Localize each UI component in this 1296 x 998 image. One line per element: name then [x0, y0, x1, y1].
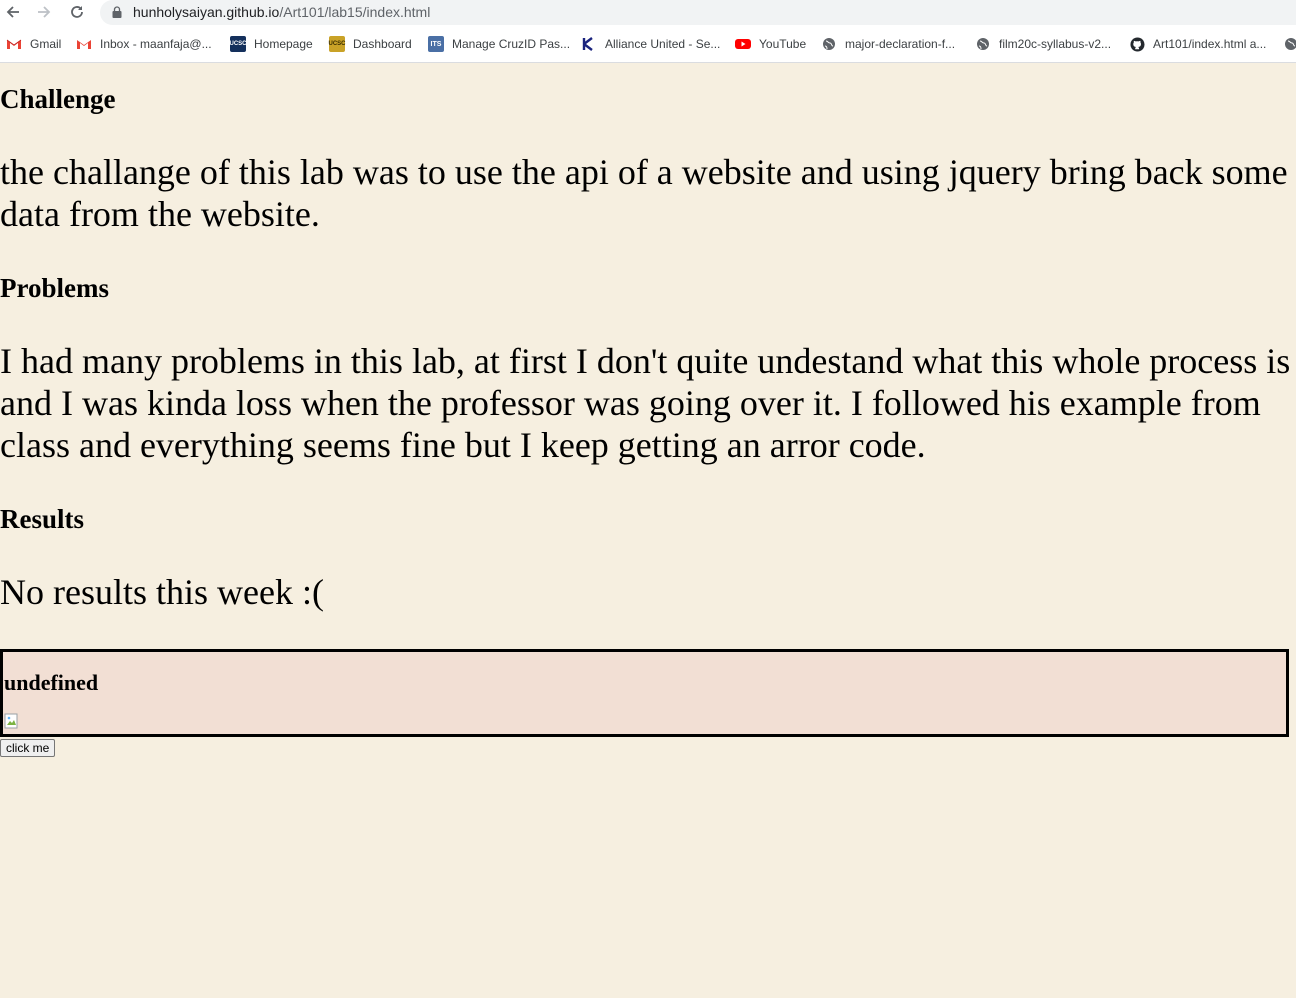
- problems-heading: Problems: [0, 273, 109, 303]
- url-text: hunholysaiyan.github.io/Art101/lab15/ind…: [133, 4, 430, 20]
- k-logo-icon: [581, 36, 597, 52]
- bookmark-label: YouTube: [759, 37, 807, 51]
- gmail-icon: [6, 36, 22, 52]
- globe-icon: [975, 36, 991, 52]
- bookmarks-bar: Gmail Inbox - maanfaja@... UCSC Homepage…: [0, 33, 1296, 55]
- api-output-box: undefined: [0, 649, 1289, 737]
- bookmark-inbox[interactable]: Inbox - maanfaja@...: [76, 33, 212, 55]
- arrow-left-icon: [6, 6, 19, 18]
- globe-icon: [821, 36, 837, 52]
- github-icon: [1129, 36, 1145, 52]
- bookmark-label: major-declaration-f...: [845, 37, 956, 51]
- back-button[interactable]: [2, 1, 24, 23]
- bookmark-film-syllabus[interactable]: film20c-syllabus-v2...: [975, 33, 1111, 55]
- ucsc-gold-icon: UCSC: [329, 36, 346, 52]
- its-icon: ITS: [428, 36, 444, 52]
- lock-icon: [112, 6, 122, 18]
- bookmark-art101-github[interactable]: Art101/index.html a...: [1129, 33, 1266, 55]
- globe-icon: [1283, 36, 1296, 52]
- challenge-heading: Challenge: [0, 84, 116, 114]
- bookmark-label: Dashboard: [353, 37, 412, 51]
- address-bar[interactable]: hunholysaiyan.github.io/Art101/lab15/ind…: [100, 0, 1296, 25]
- bookmark-label: Gmail: [30, 37, 62, 51]
- bookmark-label: Inbox - maanfaja@...: [100, 37, 212, 51]
- output-title: undefined: [4, 670, 99, 695]
- bookmark-overflow[interactable]: [1283, 33, 1296, 55]
- bookmark-gmail[interactable]: Gmail: [6, 33, 61, 55]
- ucsc-icon: UCSC: [230, 36, 247, 52]
- url-path: /Art101/lab15/index.html: [279, 4, 431, 20]
- challenge-text: the challange of this lab was to use the…: [0, 152, 1288, 234]
- bookmark-major-declaration[interactable]: major-declaration-f...: [821, 33, 955, 55]
- bookmark-manage-cruzid[interactable]: ITS Manage CruzID Pas...: [428, 33, 570, 55]
- reload-icon: [71, 6, 83, 18]
- bookmark-label: Art101/index.html a...: [1153, 37, 1267, 51]
- results-heading: Results: [0, 504, 85, 534]
- url-host: hunholysaiyan.github.io: [133, 4, 280, 20]
- results-text: No results this week :(: [0, 572, 324, 612]
- broken-image-icon: [4, 713, 18, 729]
- youtube-icon: [735, 36, 751, 52]
- bookmark-alliance-united[interactable]: Alliance United - Se...: [581, 33, 720, 55]
- bookmark-label: film20c-syllabus-v2...: [999, 37, 1112, 51]
- reload-button[interactable]: [66, 1, 88, 23]
- browser-chrome: hunholysaiyan.github.io/Art101/lab15/ind…: [0, 0, 1296, 63]
- bookmark-label: Homepage: [254, 37, 313, 51]
- bookmark-label: Alliance United - Se...: [605, 37, 721, 51]
- arrow-right-icon: [38, 6, 51, 18]
- bookmark-dashboard[interactable]: UCSC Dashboard: [329, 33, 412, 55]
- forward-button[interactable]: [33, 1, 55, 23]
- problems-text: I had many problems in this lab, at firs…: [0, 341, 1291, 465]
- click-me-button[interactable]: click me: [0, 739, 56, 757]
- bookmark-homepage[interactable]: UCSC Homepage: [230, 33, 313, 55]
- bookmark-label: Manage CruzID Pas...: [452, 37, 571, 51]
- bookmark-youtube[interactable]: YouTube: [735, 33, 806, 55]
- gmail-icon: [76, 36, 92, 52]
